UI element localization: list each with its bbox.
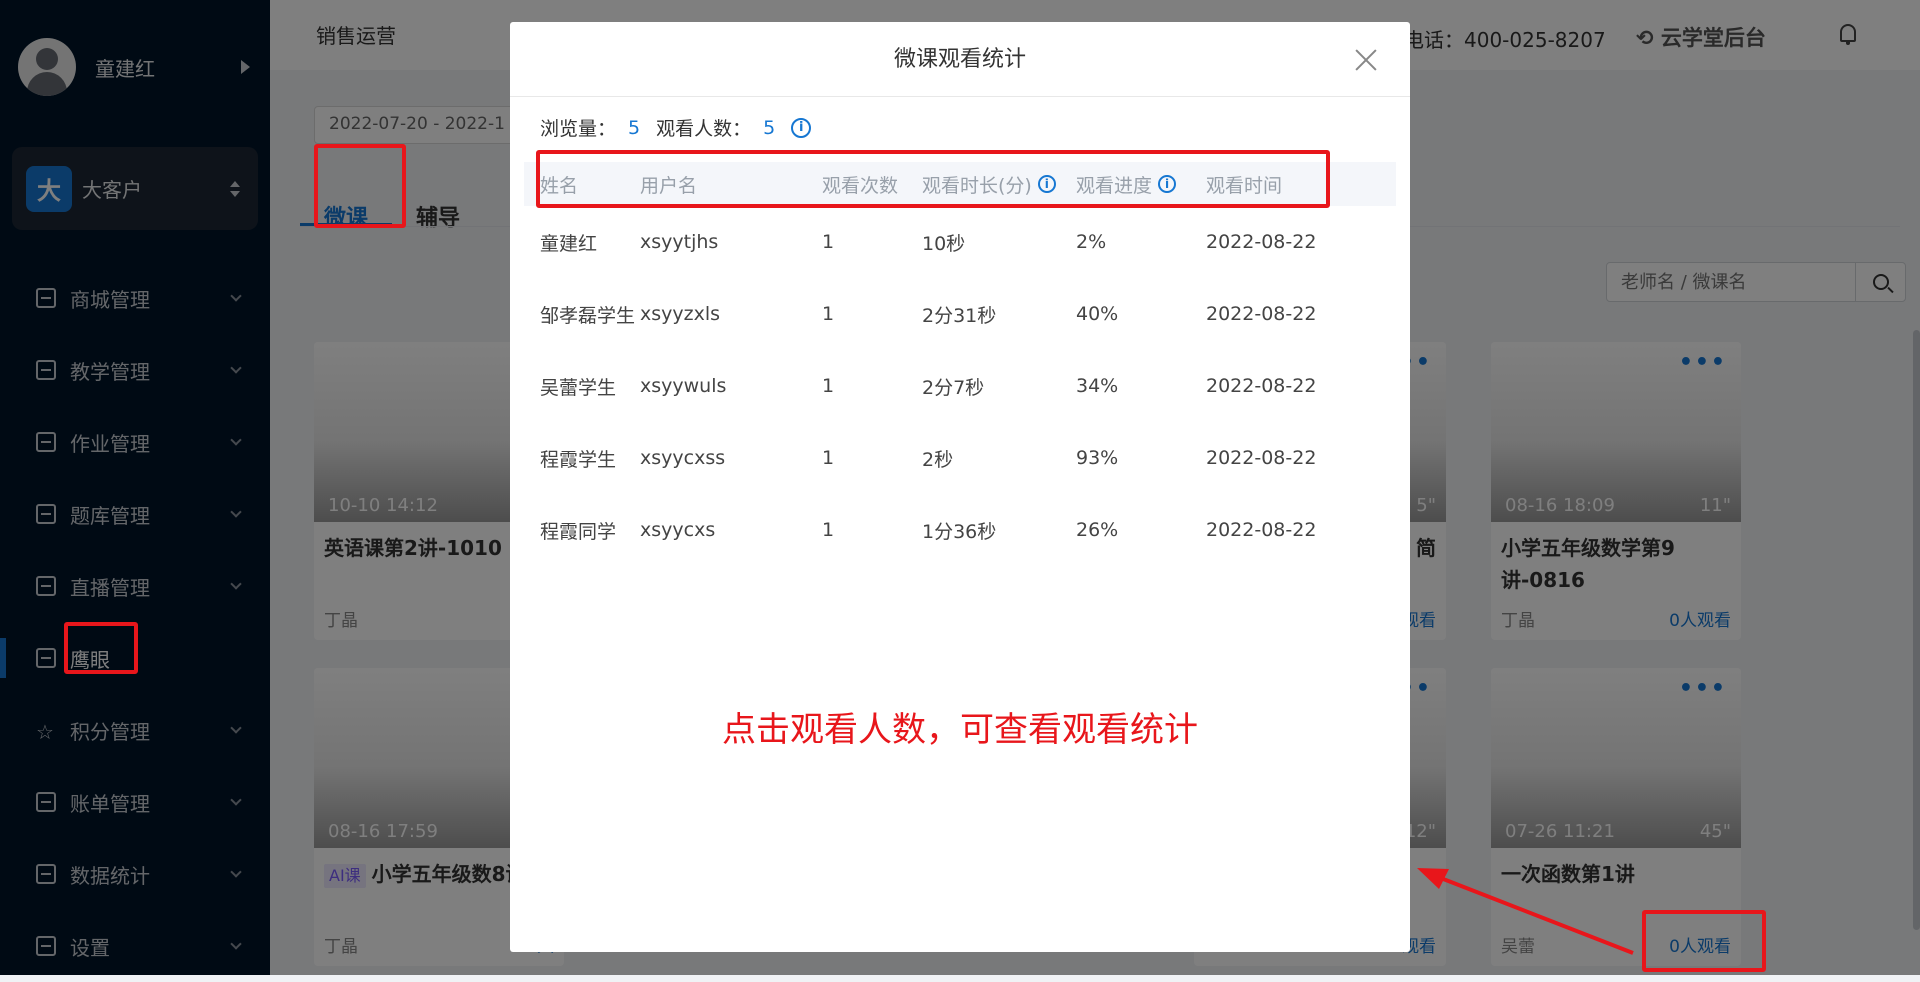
- cell-view-count: 1: [822, 303, 835, 325]
- cell-duration: 2分31秒: [922, 304, 997, 327]
- views-label: 浏览量：: [540, 118, 617, 140]
- cell-view-time: 2022-08-22: [1206, 231, 1317, 253]
- cell-view-count: 1: [822, 231, 835, 253]
- cell-username: xsyycxss: [640, 447, 726, 469]
- cell-duration: 10秒: [922, 232, 966, 255]
- table-row: 程霞同学 xsyycxs 1 1分36秒 26% 2022-08-22: [524, 494, 1396, 566]
- cell-view-time: 2022-08-22: [1206, 375, 1317, 397]
- highlight-box-menu: [64, 622, 138, 674]
- table-row: 程霞学生 xsyycxss 1 2秒 93% 2022-08-22: [524, 422, 1396, 494]
- annotation-arrow-icon: [1417, 868, 1634, 955]
- cell-duration: 2分7秒: [922, 376, 985, 399]
- view-summary: 浏览量： 5 观看人数： 5 i: [540, 114, 812, 141]
- view-stats-table: 姓名 用户名 观看次数 观看时长(分) i 观看进度 i 观看时间 童建红 xsyyt…: [524, 162, 1396, 566]
- highlight-box-views: [1642, 910, 1766, 972]
- cell-username: xsyywuls: [640, 375, 727, 397]
- cell-view-count: 1: [822, 447, 835, 469]
- cell-progress: 40%: [1076, 303, 1119, 325]
- table-row: 吴蕾学生 xsyywuls 1 2分7秒 34% 2022-08-22: [524, 350, 1396, 422]
- info-icon[interactable]: i: [791, 117, 812, 138]
- cell-duration: 2秒: [922, 448, 954, 471]
- highlight-box-header: [536, 150, 1330, 208]
- highlight-box-tab: [314, 144, 406, 228]
- cell-name: 邹孝磊学生: [540, 304, 636, 327]
- cell-progress: 26%: [1076, 519, 1119, 541]
- cell-progress: 2%: [1076, 231, 1107, 253]
- cell-name: 吴蕾学生: [540, 376, 617, 399]
- cell-view-time: 2022-08-22: [1206, 519, 1317, 541]
- dialog-title: 微课观看统计: [510, 22, 1410, 97]
- table-row: 邹孝磊学生 xsyyzxls 1 2分31秒 40% 2022-08-22: [524, 278, 1396, 350]
- cell-duration: 1分36秒: [922, 520, 997, 543]
- cell-progress: 93%: [1076, 447, 1119, 469]
- viewers-label: 观看人数：: [656, 118, 752, 140]
- cell-progress: 34%: [1076, 375, 1119, 397]
- views-count: 5: [628, 116, 641, 139]
- cell-name: 程霞学生: [540, 448, 617, 471]
- cell-view-count: 1: [822, 375, 835, 397]
- viewers-count: 5: [763, 116, 776, 139]
- close-icon[interactable]: [1354, 48, 1378, 72]
- cell-username: xsyycxs: [640, 519, 716, 541]
- cell-view-time: 2022-08-22: [1206, 303, 1317, 325]
- table-row: 童建红 xsyytjhs 1 10秒 2% 2022-08-22: [524, 206, 1396, 278]
- cell-view-count: 1: [822, 519, 835, 541]
- cell-username: xsyytjhs: [640, 231, 719, 253]
- cell-name: 程霞同学: [540, 520, 617, 543]
- cell-name: 童建红: [540, 232, 598, 255]
- cell-view-time: 2022-08-22: [1206, 447, 1317, 469]
- cell-username: xsyyzxls: [640, 303, 721, 325]
- annotation-text: 点击观看人数，可查看观看统计: [722, 710, 1198, 750]
